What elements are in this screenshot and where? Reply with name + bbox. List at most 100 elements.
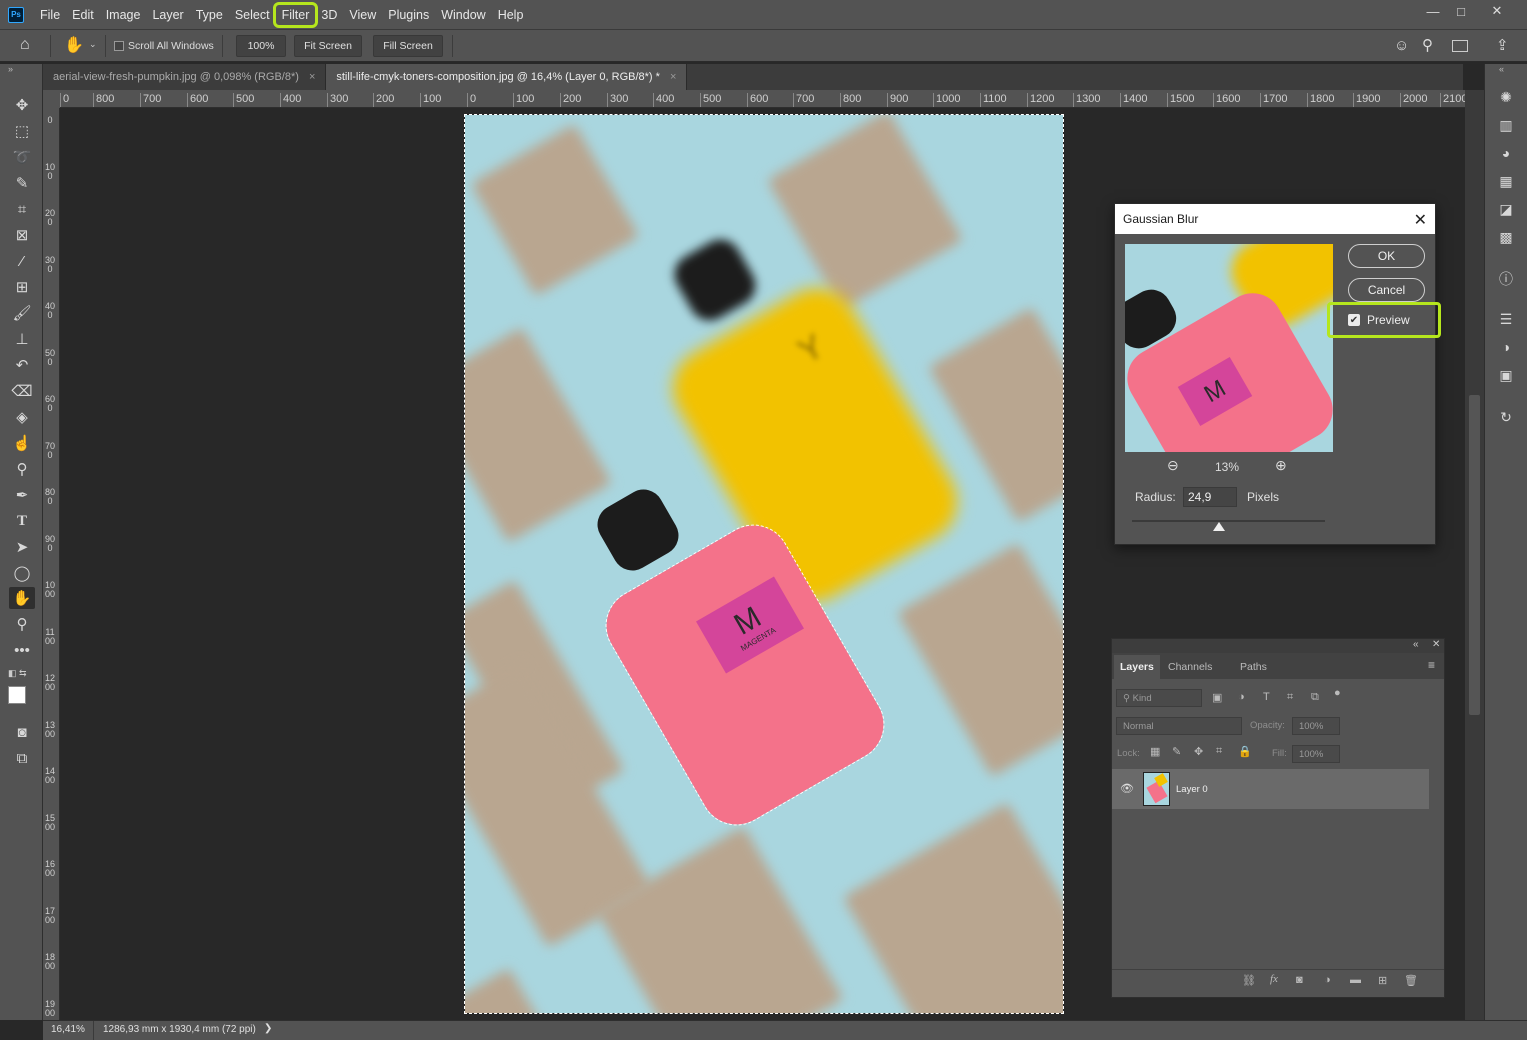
panel-menu-icon[interactable]: ≡	[1428, 658, 1435, 672]
adjustment-layer-icon[interactable]: ◑	[1324, 974, 1331, 986]
layer-name[interactable]: Layer 0	[1176, 784, 1208, 795]
foreground-color-swatch[interactable]	[8, 686, 26, 704]
info-icon[interactable]: ⓘ	[1493, 268, 1519, 290]
lock-pixels-icon[interactable]: ✎	[1172, 745, 1181, 758]
close-tab-icon[interactable]: ×	[670, 71, 676, 83]
path-selection-tool-icon[interactable]: ➤	[9, 536, 35, 558]
menu-filter[interactable]: Filter	[272, 1, 319, 28]
history-brush-tool-icon[interactable]: ↶	[9, 354, 35, 376]
status-menu-arrow[interactable]: ❯	[264, 1023, 272, 1034]
fx-icon[interactable]: fx	[1270, 973, 1278, 985]
crop-tool-icon[interactable]: ⌗	[9, 198, 35, 220]
healing-brush-tool-icon[interactable]: ⊞	[9, 276, 35, 298]
menu-edit[interactable]: Edit	[66, 5, 100, 25]
expand-icon[interactable]: »	[8, 64, 13, 74]
radius-slider-track[interactable]	[1132, 520, 1325, 522]
vertical-scrollbar[interactable]	[1465, 90, 1484, 1020]
fit-screen-button[interactable]: Fit Screen	[294, 35, 362, 57]
default-colors-icon[interactable]: ◧ ⇆	[8, 668, 27, 679]
filter-toggle-icon[interactable]: ●	[1334, 687, 1341, 699]
grid-icon[interactable]: ▦	[1493, 170, 1519, 192]
menu-view[interactable]: View	[343, 5, 382, 25]
scroll-thumb[interactable]	[1469, 395, 1480, 715]
color-icon[interactable]: ✺	[1493, 86, 1519, 108]
tab-pumpkin[interactable]: aerial-view-fresh-pumpkin.jpg @ 0,098% (…	[43, 64, 327, 90]
filter-kind-select[interactable]: ⚲ Kind	[1116, 689, 1202, 707]
filter-pixel-icon[interactable]: ▣	[1212, 691, 1222, 704]
dialog-titlebar[interactable]: Gaussian Blur ✕	[1115, 204, 1435, 234]
lock-all-icon[interactable]: 🔒	[1238, 745, 1252, 758]
histogram-icon[interactable]: ▥	[1493, 114, 1519, 136]
menu-3d[interactable]: 3D	[315, 5, 343, 25]
filter-smart-object-icon[interactable]: ⧉	[1311, 691, 1319, 704]
chevron-down-icon[interactable]: ⌄	[89, 39, 97, 50]
home-icon[interactable]: ⌂	[20, 36, 30, 54]
frame-tool-icon[interactable]: ⊠	[9, 224, 35, 246]
new-group-icon[interactable]: ▬	[1350, 974, 1361, 986]
marquee-tool-icon[interactable]: ⬚	[9, 120, 35, 142]
smudge-tool-icon[interactable]: ☝	[9, 432, 35, 454]
close-tab-icon[interactable]: ×	[309, 71, 315, 83]
visibility-eye-icon[interactable]: 👁	[1120, 782, 1134, 795]
menu-select[interactable]: Select	[229, 5, 276, 25]
paint-bucket-tool-icon[interactable]: ◈	[9, 406, 35, 428]
hand-tool-icon[interactable]: ✋	[9, 587, 35, 609]
lock-transparent-icon[interactable]: ▦	[1150, 745, 1160, 758]
ok-button[interactable]: OK	[1348, 244, 1425, 268]
brush-tool-icon[interactable]: 🖌	[9, 302, 35, 324]
menu-window[interactable]: Window	[435, 5, 491, 25]
eyedropper-tool-icon[interactable]: ⁄	[9, 250, 35, 272]
radius-input[interactable]: 24,9	[1183, 487, 1237, 507]
menu-file[interactable]: File	[34, 5, 66, 25]
menu-layer[interactable]: Layer	[146, 5, 189, 25]
menu-type[interactable]: Type	[190, 5, 229, 25]
eraser-tool-icon[interactable]: ⌫	[9, 380, 35, 402]
scroll-all-windows-checkbox[interactable]	[114, 41, 124, 51]
more-tools-icon[interactable]: •••	[9, 639, 35, 661]
share-icon[interactable]: ⇪	[1496, 36, 1509, 54]
document-image[interactable]: Y M MAGENTA	[464, 114, 1064, 1014]
link-layers-icon[interactable]: ⛓	[1242, 974, 1256, 987]
gradients-icon[interactable]: ◪	[1493, 198, 1519, 220]
fill-input[interactable]: 100%	[1292, 745, 1340, 763]
quick-selection-tool-icon[interactable]: ✎	[9, 172, 35, 194]
collapse-icon[interactable]: «	[1499, 64, 1504, 74]
radius-slider-thumb[interactable]	[1213, 522, 1225, 531]
blend-mode-select[interactable]: Normal	[1116, 717, 1242, 735]
zoom-in-icon[interactable]: ⊕	[1275, 457, 1287, 474]
filter-shape-icon[interactable]: ⌗	[1287, 691, 1293, 704]
zoom-tool-icon[interactable]: ⚲	[9, 613, 35, 635]
quick-mask-icon[interactable]: ◙	[9, 721, 35, 743]
close-icon[interactable]: ✕	[1414, 210, 1427, 230]
new-layer-icon[interactable]: ⊞	[1378, 974, 1387, 987]
cancel-button[interactable]: Cancel	[1348, 278, 1425, 302]
move-tool-icon[interactable]: ✥	[9, 94, 35, 116]
properties-icon[interactable]: ☰	[1493, 308, 1519, 330]
close-window-icon[interactable]: ✕	[1482, 0, 1512, 22]
hand-tool-icon[interactable]: ✋	[64, 35, 84, 55]
tab-toners[interactable]: still-life-cmyk-toners-composition.jpg @…	[326, 64, 688, 90]
screen-mode-icon[interactable]: ⧉	[9, 747, 35, 769]
menu-help[interactable]: Help	[492, 5, 530, 25]
blur-preview-image[interactable]: M	[1125, 244, 1333, 452]
delete-layer-icon[interactable]: 🗑	[1404, 974, 1418, 987]
maximize-icon[interactable]: □	[1446, 0, 1476, 22]
filter-adjustment-icon[interactable]: ◑	[1238, 691, 1245, 703]
minimize-icon[interactable]: —	[1418, 0, 1448, 22]
layer-row[interactable]: 👁 Layer 0	[1112, 769, 1429, 809]
adjustments-icon[interactable]: ◑	[1493, 336, 1519, 358]
opacity-input[interactable]: 100%	[1292, 717, 1340, 735]
tab-channels[interactable]: Channels	[1162, 655, 1218, 679]
type-tool-icon[interactable]: T	[9, 510, 35, 532]
pen-tool-icon[interactable]: ✒	[9, 484, 35, 506]
dodge-tool-icon[interactable]: ⚲	[9, 458, 35, 480]
libraries-icon[interactable]: ▣	[1493, 364, 1519, 386]
share-user-icon[interactable]: ☺	[1394, 37, 1409, 54]
zoom-out-icon[interactable]: ⊖	[1167, 457, 1179, 474]
menu-image[interactable]: Image	[100, 5, 147, 25]
lock-position-icon[interactable]: ✥	[1194, 745, 1203, 758]
zoom-100-button[interactable]: 100%	[236, 35, 286, 57]
menu-plugins[interactable]: Plugins	[382, 5, 435, 25]
fill-screen-button[interactable]: Fill Screen	[373, 35, 443, 57]
workspace-icon[interactable]	[1452, 40, 1468, 52]
